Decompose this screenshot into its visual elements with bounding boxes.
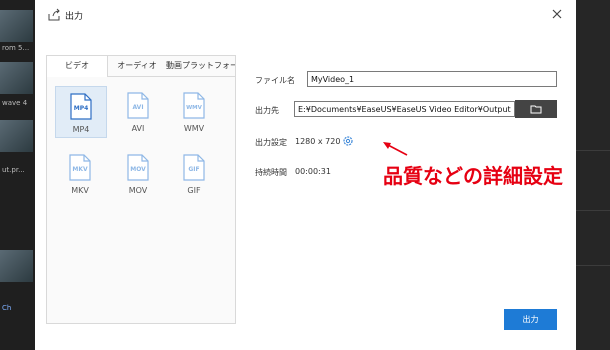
tab-audio[interactable]: オーディオ [108,56,166,77]
format-badge: MKV [72,166,88,173]
editor-media-strip: rom 5... wave 4 ut.pr... Ch [0,0,35,350]
format-option-avi[interactable]: AVI AVI [113,86,163,136]
media-thumbnail[interactable] [0,62,33,94]
format-badge: MP4 [74,105,89,112]
export-dialog: 出力 ビデオ オーディオ 動画プラットフォーム MP4 MP4 AVI [35,0,576,350]
tab-video-platform[interactable]: 動画プラットフォーム [166,56,235,77]
mov-file-icon: MOV [127,154,149,181]
gear-icon[interactable] [342,135,354,147]
media-thumbnail-label: rom 5... [2,44,30,52]
timeline-divider [576,210,610,211]
media-thumbnail[interactable] [0,10,33,42]
format-label: WMV [183,124,205,133]
format-badge: AVI [132,104,143,111]
destination-input[interactable]: E:¥Documents¥EaseUS¥EaseUS Video Editor¥… [294,101,515,117]
mkv-file-icon: MKV [69,154,91,181]
format-option-mp4[interactable]: MP4 MP4 [55,86,107,138]
tab-video[interactable]: ビデオ [47,56,108,77]
destination-label: 出力先 [255,106,279,115]
close-icon[interactable] [550,7,564,21]
media-thumbnail[interactable] [0,250,33,282]
format-badge: GIF [188,166,199,173]
timeline-divider [576,265,610,266]
timeline-divider [576,150,610,151]
track-label: Ch [2,304,12,312]
export-button[interactable]: 出力 [504,309,557,330]
output-settings-label: 出力設定 [255,138,287,147]
format-label: GIF [187,186,201,195]
annotation-arrow-icon [383,142,408,156]
format-option-wmv[interactable]: WMV WMV [169,86,219,136]
dialog-title: 出力 [65,12,84,22]
filename-label: ファイル名 [255,76,295,85]
format-option-mkv[interactable]: MKV MKV [55,148,105,198]
export-icon [48,8,60,21]
editor-timeline-edge [576,0,610,350]
media-thumbnail-label: ut.pr... [2,166,25,174]
media-thumbnail-label: wave 4 [2,99,28,107]
format-badge: MOV [130,166,146,173]
avi-file-icon: AVI [127,92,149,119]
filename-input[interactable]: MyVideo_1 [307,71,557,87]
duration-label: 持続時間 [255,168,287,177]
format-label: MOV [128,186,148,195]
annotation-text: 品質などの詳細設定 [383,164,563,188]
gif-file-icon: GIF [183,154,205,181]
duration-value: 00:00:31 [295,167,331,176]
wmv-file-icon: WMV [183,92,205,119]
format-label: AVI [131,124,145,133]
format-label: MKV [71,186,89,195]
format-badge: WMV [186,105,203,111]
format-option-gif[interactable]: GIF GIF [169,148,219,198]
format-panel: ビデオ オーディオ 動画プラットフォーム MP4 MP4 AVI AVI [46,55,236,324]
media-thumbnail[interactable] [0,120,33,152]
format-tabs: ビデオ オーディオ 動画プラットフォーム [47,56,235,77]
tab-divider [107,76,235,77]
output-resolution: 1280 x 720 [295,137,341,146]
format-label: MP4 [72,125,90,134]
format-option-mov[interactable]: MOV MOV [113,148,163,198]
mp4-file-icon: MP4 [70,93,92,120]
browse-folder-button[interactable] [515,100,557,118]
folder-icon [530,105,542,114]
